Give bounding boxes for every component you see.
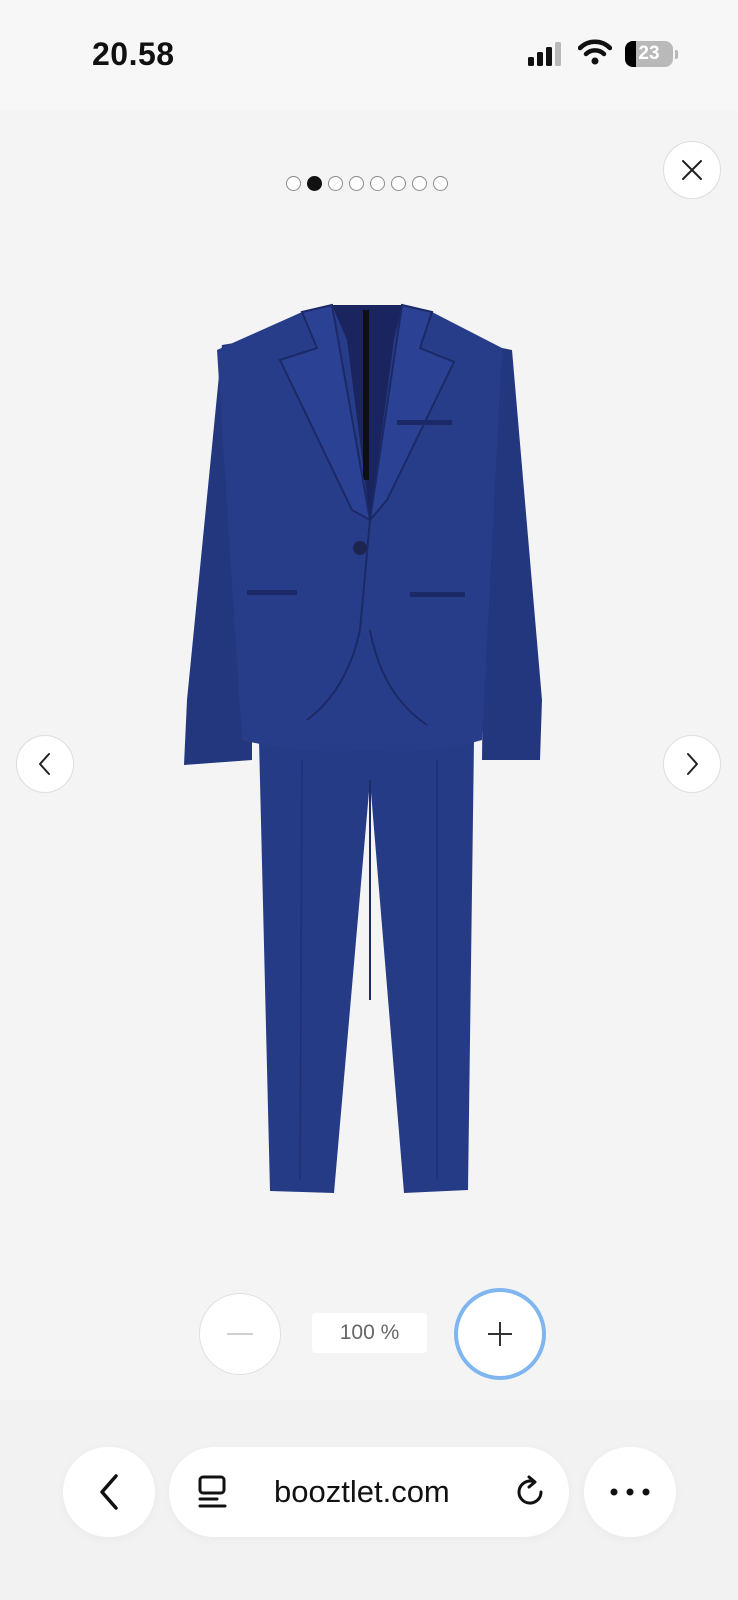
reload-icon[interactable]	[513, 1475, 547, 1509]
minus-icon	[227, 1333, 253, 1335]
zoom-in-button[interactable]	[454, 1288, 546, 1380]
zoom-level: 100 %	[312, 1313, 427, 1353]
pagination-dot[interactable]	[412, 176, 427, 191]
battery-level: 23	[638, 43, 660, 64]
close-icon	[682, 160, 702, 180]
battery-icon: 23	[625, 41, 673, 67]
battery-tip	[675, 50, 678, 59]
gallery-pagination	[286, 176, 448, 191]
tab-overview-icon[interactable]	[197, 1475, 229, 1509]
wifi-icon	[578, 39, 612, 65]
next-image-button[interactable]	[663, 735, 721, 793]
pagination-dot[interactable]	[328, 176, 343, 191]
pagination-dot[interactable]	[307, 176, 322, 191]
pagination-dot[interactable]	[433, 176, 448, 191]
previous-image-button[interactable]	[16, 735, 74, 793]
address-bar[interactable]: booztlet.com	[169, 1447, 569, 1537]
chevron-left-icon	[100, 1474, 118, 1510]
suit-trousers	[259, 740, 474, 1193]
url-text[interactable]: booztlet.com	[274, 1447, 450, 1537]
cellular-signal-icon	[528, 42, 561, 66]
chevron-right-icon	[687, 753, 698, 775]
zoom-out-button[interactable]	[199, 1293, 281, 1375]
pagination-dot[interactable]	[349, 176, 364, 191]
browser-back-button[interactable]	[63, 1447, 155, 1537]
suit-jacket	[184, 303, 542, 765]
product-image	[184, 303, 542, 1193]
pagination-dot[interactable]	[391, 176, 406, 191]
more-dots-icon	[610, 1488, 650, 1496]
pagination-dot[interactable]	[286, 176, 301, 191]
status-time: 20.58	[92, 36, 175, 72]
plus-icon	[488, 1322, 512, 1346]
chevron-left-icon	[39, 753, 50, 775]
close-button[interactable]	[663, 141, 721, 199]
pagination-dot[interactable]	[370, 176, 385, 191]
status-bar: 20.58 23	[0, 0, 738, 110]
more-options-button[interactable]	[584, 1447, 676, 1537]
